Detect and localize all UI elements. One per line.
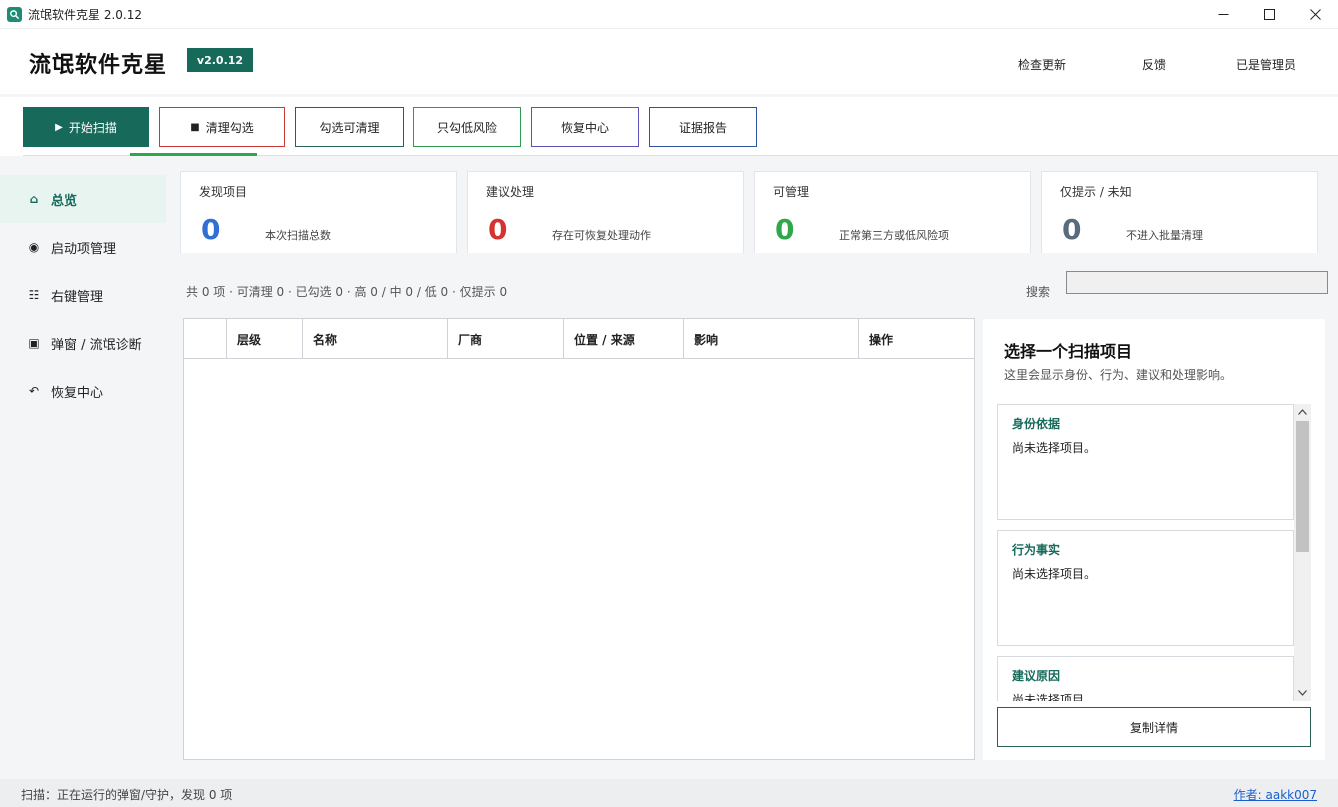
start-scan-button[interactable]: ▶ 开始扫描	[23, 107, 149, 147]
detail-panel: 选择一个扫描项目 这里会显示身份、行为、建议和处理影响。 身份依据 尚未选择项目…	[983, 319, 1325, 760]
stat-title: 建议处理	[486, 185, 535, 199]
stat-desc: 不进入批量清理	[1126, 229, 1203, 242]
column-header-vendor[interactable]: 厂商	[447, 319, 563, 359]
minimize-button[interactable]	[1200, 0, 1246, 28]
window-titlebar: 流氓软件克星 2.0.12	[0, 0, 1338, 28]
close-icon	[1309, 8, 1321, 20]
detail-scrollbar[interactable]	[1294, 404, 1311, 701]
play-icon: ▶	[55, 121, 63, 133]
chevron-down-icon	[1298, 690, 1307, 696]
list-icon: ☷	[28, 288, 40, 302]
table-header: 层级 名称 厂商 位置 / 来源 影响 操作	[184, 319, 974, 359]
stat-desc: 存在可恢复处理动作	[552, 229, 651, 242]
feedback-link[interactable]: 反馈	[1142, 56, 1166, 73]
stat-card-found: 发现项目 0 本次扫描总数	[180, 171, 457, 253]
detail-section-title: 行为事实	[1012, 543, 1061, 557]
stat-desc: 正常第三方或低风险项	[839, 229, 949, 242]
detail-section-behavior: 行为事实 尚未选择项目。	[997, 530, 1294, 646]
clean-checked-label: 清理勾选	[205, 120, 254, 135]
chevron-up-icon	[1298, 409, 1307, 415]
column-header-level[interactable]: 层级	[226, 319, 302, 359]
sidebar-item-label: 启动项管理	[51, 241, 117, 257]
sidebar-item-context-menu[interactable]: ☷ 右键管理	[0, 271, 166, 319]
search-input[interactable]	[1066, 271, 1328, 294]
stat-card-suggested: 建议处理 0 存在可恢复处理动作	[467, 171, 744, 253]
sidebar-item-label: 总览	[51, 193, 78, 209]
scrollbar-thumb[interactable]	[1296, 421, 1309, 552]
check-update-link[interactable]: 检查更新	[1018, 56, 1066, 73]
stat-title: 可管理	[773, 185, 810, 199]
toolbar-panel: ▶ 开始扫描 ■ 清理勾选 勾选可清理 只勾低风险 恢复中心 证据报告	[0, 97, 1338, 156]
stat-card-info-only: 仅提示 / 未知 0 不进入批量清理	[1041, 171, 1318, 253]
brand-title: 流氓软件克星	[29, 53, 168, 78]
version-badge: v2.0.12	[187, 48, 253, 72]
undo-icon: ↶	[28, 384, 40, 398]
column-header-checkbox[interactable]	[184, 319, 226, 359]
sidebar-item-popup-diagnosis[interactable]: ▣ 弹窗 / 流氓诊断	[0, 319, 166, 367]
sidebar-item-label: 恢复中心	[51, 385, 104, 401]
column-header-action[interactable]: 操作	[858, 319, 974, 359]
minimize-icon	[1218, 13, 1228, 15]
toolbar: ▶ 开始扫描 ■ 清理勾选 勾选可清理 只勾低风险 恢复中心 证据报告	[0, 94, 1338, 156]
detail-title: 选择一个扫描项目	[1004, 342, 1133, 361]
sidebar-item-overview[interactable]: ⌂ 总览	[0, 175, 166, 223]
detail-subtitle: 这里会显示身份、行为、建议和处理影响。	[1004, 368, 1233, 382]
square-icon: ■	[190, 121, 200, 133]
recovery-center-button[interactable]: 恢复中心	[531, 107, 639, 147]
scroll-down-arrow[interactable]	[1294, 685, 1311, 701]
status-text: 扫描：正在运行的弹窗/守护，发现 0 项	[21, 788, 233, 802]
home-icon: ⌂	[29, 192, 39, 206]
detail-section-identity: 身份依据 尚未选择项目。	[997, 404, 1294, 520]
detail-section-body: 尚未选择项目。	[1012, 441, 1097, 455]
results-table: 层级 名称 厂商 位置 / 来源 影响 操作	[183, 318, 975, 760]
stat-value: 0	[488, 213, 508, 246]
maximize-icon	[1263, 8, 1275, 20]
admin-status-link[interactable]: 已是管理员	[1236, 56, 1296, 73]
radio-icon: ◉	[28, 240, 40, 254]
window-controls	[1200, 0, 1338, 28]
detail-section-reason: 建议原因 尚未选择项目。	[997, 656, 1294, 701]
sidebar: ⌂ 总览 ◉ 启动项管理 ☷ 右键管理 ▣ 弹窗 / 流氓诊断 ↶ 恢复中心	[0, 158, 166, 779]
detail-section-title: 身份依据	[1012, 417, 1061, 431]
detail-section-body: 尚未选择项目。	[1012, 693, 1097, 701]
copy-details-button[interactable]: 复制详情	[997, 707, 1311, 747]
start-scan-label: 开始扫描	[68, 120, 117, 135]
status-bar: 扫描：正在运行的弹窗/守护，发现 0 项 作者: aakk007	[0, 779, 1338, 807]
check-cleanable-button[interactable]: 勾选可清理	[295, 107, 404, 147]
sidebar-item-label: 弹窗 / 流氓诊断	[51, 337, 142, 353]
app-header: 流氓软件克星 v2.0.12 检查更新 反馈 已是管理员	[0, 28, 1338, 94]
stat-desc: 本次扫描总数	[265, 229, 331, 242]
sidebar-item-startup[interactable]: ◉ 启动项管理	[0, 223, 166, 271]
detail-section-body: 尚未选择项目。	[1012, 567, 1097, 581]
close-button[interactable]	[1292, 0, 1338, 28]
author-link[interactable]: 作者: aakk007	[1234, 786, 1317, 803]
column-header-location[interactable]: 位置 / 来源	[563, 319, 683, 359]
window-title: 流氓软件克星 2.0.12	[28, 7, 142, 22]
maximize-button[interactable]	[1246, 0, 1292, 28]
sidebar-item-label: 右键管理	[51, 289, 104, 305]
scan-summary: 共 0 项 · 可清理 0 · 已勾选 0 · 高 0 / 中 0 / 低 0 …	[186, 285, 508, 299]
evidence-report-button[interactable]: 证据报告	[649, 107, 757, 147]
app-search-icon	[7, 6, 22, 22]
stat-value: 0	[775, 213, 795, 246]
stat-title: 发现项目	[199, 185, 248, 199]
column-header-name[interactable]: 名称	[302, 319, 447, 359]
sidebar-item-recovery[interactable]: ↶ 恢复中心	[0, 367, 166, 415]
stat-value: 0	[201, 213, 221, 246]
clean-checked-button[interactable]: ■ 清理勾选	[159, 107, 285, 147]
scroll-up-arrow[interactable]	[1294, 404, 1311, 420]
detail-section-title: 建议原因	[1012, 669, 1061, 683]
stat-title: 仅提示 / 未知	[1060, 185, 1132, 199]
progress-underline	[130, 153, 257, 156]
check-low-risk-button[interactable]: 只勾低风险	[413, 107, 521, 147]
stat-card-manageable: 可管理 0 正常第三方或低风险项	[754, 171, 1031, 253]
square-dot-icon: ▣	[28, 336, 40, 350]
search-label: 搜索	[1026, 285, 1051, 299]
detail-scroll-area[interactable]: 身份依据 尚未选择项目。 行为事实 尚未选择项目。 建议原因 尚未选择项目。	[997, 404, 1311, 701]
stat-value: 0	[1062, 213, 1082, 246]
column-header-impact[interactable]: 影响	[683, 319, 858, 359]
